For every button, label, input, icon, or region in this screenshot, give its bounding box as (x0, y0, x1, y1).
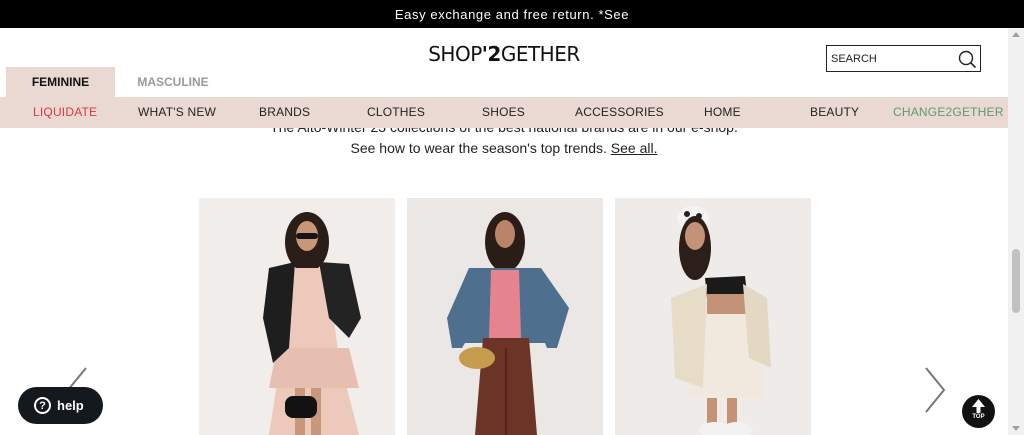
help-label: help (57, 398, 84, 413)
nav-item-liquidate[interactable]: LIQUIDATE (33, 97, 97, 128)
tab-feminine[interactable]: FEMININE (6, 67, 115, 97)
intro-text: See how to wear the season's top trends. (350, 140, 607, 156)
announcement-bar: Easy exchange and free return. *See (0, 0, 1024, 28)
search-input[interactable] (831, 52, 951, 65)
help-button[interactable]: ? help (18, 387, 103, 424)
search-box (826, 45, 981, 72)
logo-accent: '2 (481, 42, 502, 66)
back-to-top-label: TOP (972, 414, 985, 420)
nav-item-beauty[interactable]: BEAUTY (810, 97, 859, 128)
question-icon: ? (34, 397, 51, 414)
nav-item-brands[interactable]: BRANDS (259, 97, 310, 128)
see-all-link[interactable]: See all. (611, 140, 658, 156)
scrollbar-thumb[interactable] (1012, 249, 1020, 313)
page-scrollbar[interactable] (1008, 28, 1024, 435)
nav-item-change2gether[interactable]: CHANGE2GETHER (893, 97, 1004, 128)
carousel-card-1[interactable] (199, 198, 395, 435)
site-header: SHOP'2GETHER FEMININE MASCULINE (0, 28, 1008, 97)
nav-item-shoes[interactable]: SHOES (482, 97, 525, 128)
intro-line-2: See how to wear the season's top trends.… (0, 140, 1008, 156)
carousel-card-2[interactable] (407, 198, 603, 435)
scroll-up-icon[interactable] (1012, 32, 1020, 37)
main-nav: LIQUIDATE WHAT'S NEW BRANDS CLOTHES SHOE… (0, 97, 1008, 128)
chevron-right-icon[interactable] (920, 365, 950, 415)
product-image (615, 198, 811, 435)
announcement-text[interactable]: Easy exchange and free return. *See (395, 7, 629, 22)
carousel-card-3[interactable] (615, 198, 811, 435)
logo-text: SHOP (428, 42, 482, 66)
nav-item-clothes[interactable]: CLOTHES (367, 97, 425, 128)
tab-masculine[interactable]: MASCULINE (122, 67, 224, 97)
search-icon[interactable] (957, 49, 977, 69)
nav-item-home[interactable]: HOME (704, 97, 741, 128)
logo-text-end: GETHER (500, 42, 580, 66)
product-image (199, 198, 395, 435)
scroll-down-icon[interactable] (1012, 426, 1020, 431)
nav-item-whats-new[interactable]: WHAT'S NEW (138, 97, 216, 128)
back-to-top-button[interactable]: TOP (962, 395, 995, 428)
nav-item-accessories[interactable]: ACCESSORIES (575, 97, 664, 128)
product-image (407, 198, 603, 435)
